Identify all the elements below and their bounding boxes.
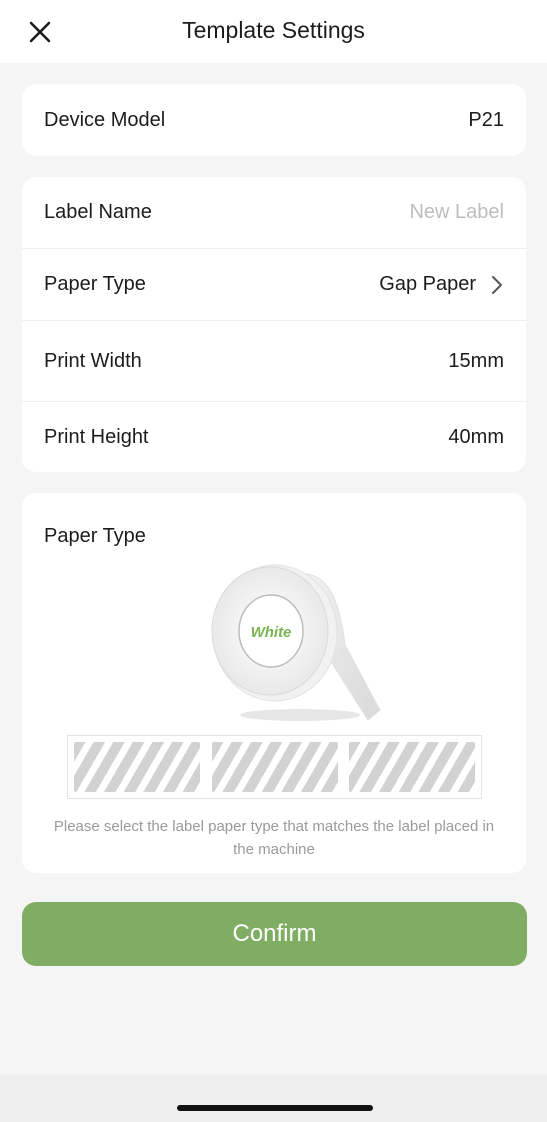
paper-type-row[interactable]: Paper Type Gap Paper: [22, 248, 526, 320]
label-segment: [349, 742, 475, 792]
paper-type-value-wrap: Gap Paper: [379, 273, 504, 296]
device-card: Device Model P21: [22, 84, 526, 156]
device-model-row: Device Model P21: [22, 84, 526, 156]
header-bar: Template Settings: [0, 0, 547, 63]
paper-type-value: Gap Paper: [379, 273, 476, 295]
label-name-input[interactable]: New Label: [409, 201, 504, 224]
bottom-bar: [0, 1075, 547, 1122]
print-width-label: Print Width: [44, 349, 142, 372]
device-model-value: P21: [468, 108, 504, 131]
home-indicator[interactable]: [177, 1105, 373, 1111]
device-model-label: Device Model: [44, 108, 166, 131]
label-roll-image: White: [190, 545, 390, 725]
label-name-label: Label Name: [44, 201, 152, 223]
print-width-row: Print Width 15mm: [22, 320, 526, 401]
gap-paper-strip: [67, 735, 482, 799]
settings-card: Label Name New Label Paper Type Gap Pape…: [22, 177, 526, 472]
chevron-right-icon: [492, 275, 502, 294]
print-height-value: 40mm: [448, 425, 504, 448]
label-segment: [74, 742, 200, 792]
label-name-row[interactable]: Label Name New Label: [22, 177, 526, 248]
paper-type-label: Paper Type: [44, 273, 146, 295]
print-height-row: Print Height 40mm: [22, 401, 526, 472]
print-height-label: Print Height: [44, 425, 149, 448]
roll-text: White: [251, 624, 292, 641]
paper-type-hint: Please select the label paper type that …: [53, 818, 495, 858]
label-segment: [212, 742, 338, 792]
page-title: Template Settings: [182, 17, 365, 43]
print-width-value: 15mm: [448, 349, 504, 372]
confirm-button[interactable]: Confirm: [22, 902, 527, 966]
preview-title: Paper Type: [44, 525, 146, 547]
paper-preview-card: Paper Type White Please select the label…: [22, 493, 526, 873]
